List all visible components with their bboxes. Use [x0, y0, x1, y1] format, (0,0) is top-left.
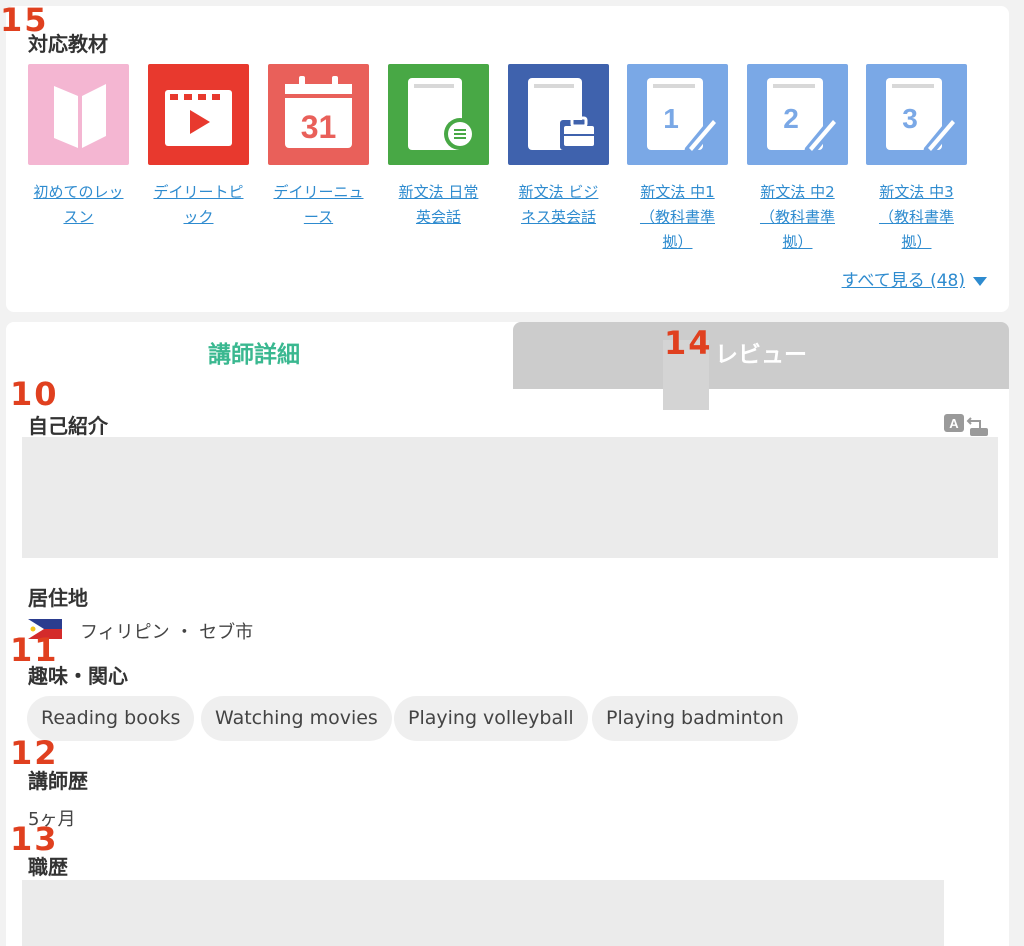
- material-name-line1: 新文法 中1: [640, 183, 715, 201]
- video-play-icon: [148, 64, 249, 165]
- see-all-label: すべて見る (48): [841, 271, 965, 291]
- pencil-book-3-icon: 3: [866, 64, 967, 165]
- interest-tag: Playing volleyball: [394, 696, 588, 741]
- interest-tag: Playing badminton: [592, 696, 798, 741]
- material-name-line1: 新文法 中2: [760, 183, 835, 201]
- annotation-number: 12: [10, 734, 59, 772]
- pencil-book-1-icon: 1: [627, 64, 728, 165]
- material-name-line3: 拠）: [662, 233, 693, 251]
- open-book-icon: [28, 64, 129, 165]
- material-name-line3: 拠）: [782, 233, 813, 251]
- material-name-line2: ネス英会話: [520, 208, 596, 226]
- material-item-grammar-jh1[interactable]: 1 新文法 中1 （教科書準 拠）: [627, 64, 728, 255]
- materials-card: 対応教材 初めてのレッ スン デイリートピ ック 31 デイリーニュ ース 新文…: [6, 6, 1009, 312]
- tab-teacher-details[interactable]: 講師詳細: [6, 322, 502, 389]
- material-name-line1: 新文法 日常: [398, 183, 479, 201]
- material-name-line2: スン: [63, 208, 94, 226]
- career-redacted-block: [22, 880, 944, 946]
- caret-down-icon: [973, 276, 987, 286]
- material-name-line1: デイリートピ: [153, 183, 244, 201]
- annotation-number: 11: [10, 631, 59, 669]
- material-name-line1: 新文法 ビジ: [518, 183, 599, 201]
- material-name-line3: 拠）: [901, 233, 932, 251]
- chat-book-icon: [388, 64, 489, 165]
- svg-text:31: 31: [301, 109, 337, 145]
- material-item-grammar-daily[interactable]: 新文法 日常 英会話: [388, 64, 489, 230]
- svg-text:1: 1: [663, 103, 679, 134]
- material-name-line1: デイリーニュ: [273, 183, 364, 201]
- residence-title: 居住地: [28, 586, 88, 610]
- svg-text:3: 3: [902, 103, 918, 134]
- material-name-line2: 英会話: [415, 208, 461, 226]
- material-name-line2: ース: [303, 208, 334, 226]
- translate-icon[interactable]: A: [944, 414, 988, 436]
- material-item-grammar-business[interactable]: 新文法 ビジ ネス英会話: [508, 64, 609, 230]
- briefcase-book-icon: [508, 64, 609, 165]
- annotation-number: 14: [664, 324, 713, 362]
- material-item-daily-news[interactable]: 31 デイリーニュ ース: [268, 64, 369, 230]
- tab-reviews[interactable]: レビュー: [513, 322, 1009, 389]
- annotation-number: 15: [0, 1, 49, 39]
- details-card: 講師詳細 レビュー 自己紹介 A 居住地 フィリピン ・ セブ市 趣味・関心 R…: [6, 322, 1009, 946]
- svg-text:2: 2: [783, 103, 799, 134]
- material-name-line2: （教科書準: [759, 208, 835, 226]
- material-name-line2: （教科書準: [639, 208, 715, 226]
- interest-tag: Watching movies: [201, 696, 392, 741]
- annotation-number: 10: [10, 375, 59, 413]
- residence-value: フィリピン ・ セブ市: [80, 622, 254, 643]
- material-item-grammar-jh3[interactable]: 3 新文法 中3 （教科書準 拠）: [866, 64, 967, 255]
- material-name-line2: ック: [183, 208, 214, 226]
- material-item-first-lesson[interactable]: 初めてのレッ スン: [28, 64, 129, 230]
- intro-redacted-block: [22, 437, 998, 558]
- material-item-grammar-jh2[interactable]: 2 新文法 中2 （教科書準 拠）: [747, 64, 848, 255]
- see-all-link[interactable]: すべて見る (48): [842, 266, 987, 291]
- svg-text:A: A: [949, 416, 959, 431]
- pencil-book-2-icon: 2: [747, 64, 848, 165]
- material-name-line1: 新文法 中3: [879, 183, 954, 201]
- intro-title: 自己紹介: [28, 414, 108, 438]
- annotation-number: 13: [10, 820, 59, 858]
- material-item-daily-topic[interactable]: デイリートピ ック: [148, 64, 249, 230]
- calendar-31-icon: 31: [268, 64, 369, 165]
- material-name-line1: 初めてのレッ: [33, 183, 124, 201]
- material-name-line2: （教科書準: [878, 208, 954, 226]
